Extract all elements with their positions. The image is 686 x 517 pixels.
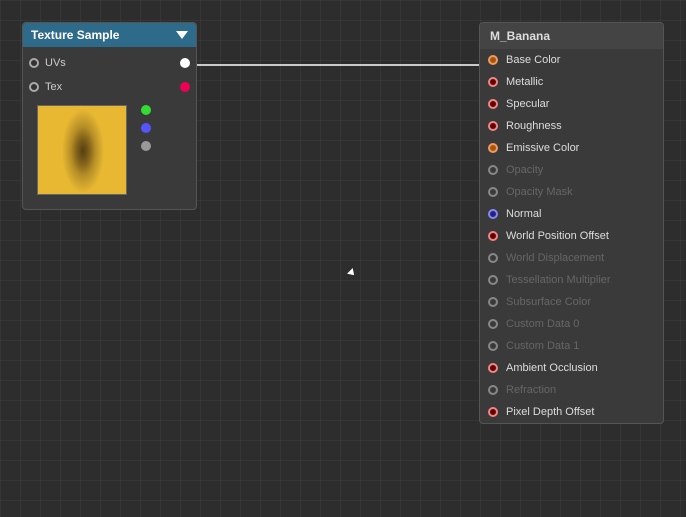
output-pin-blue[interactable] [141, 123, 151, 133]
mat-row-base-color[interactable]: Base Color [480, 49, 663, 71]
refraction-pin[interactable] [488, 385, 498, 395]
tex-input-pin[interactable] [29, 82, 39, 92]
material-node[interactable]: M_Banana Base Color Metallic Specular Ro… [479, 22, 664, 424]
roughness-pin[interactable] [488, 121, 498, 131]
material-rows: Base Color Metallic Specular Roughness E… [480, 49, 663, 423]
mat-row-custom-data-0[interactable]: Custom Data 0 [480, 313, 663, 335]
emissive-label: Emissive Color [506, 142, 579, 154]
texture-preview [37, 105, 127, 195]
custom-data-1-pin[interactable] [488, 341, 498, 351]
specular-pin[interactable] [488, 99, 498, 109]
node-body: UVs Tex [23, 47, 196, 209]
opacity-mask-label: Opacity Mask [506, 186, 573, 198]
world-position-label: World Position Offset [506, 230, 609, 242]
world-displacement-pin[interactable] [488, 253, 498, 263]
node-title: Texture Sample [31, 28, 119, 42]
normal-pin[interactable] [488, 209, 498, 219]
world-displacement-label: World Displacement [506, 252, 604, 264]
mat-row-subsurface[interactable]: Subsurface Color [480, 291, 663, 313]
custom-data-1-label: Custom Data 1 [506, 340, 579, 352]
mat-row-world-position[interactable]: World Position Offset [480, 225, 663, 247]
world-position-pin[interactable] [488, 231, 498, 241]
metallic-label: Metallic [506, 76, 543, 88]
uvs-input-pin[interactable] [29, 58, 39, 68]
mat-row-metallic[interactable]: Metallic [480, 71, 663, 93]
pixel-depth-label: Pixel Depth Offset [506, 406, 594, 418]
opacity-label: Opacity [506, 164, 543, 176]
mat-row-roughness[interactable]: Roughness [480, 115, 663, 137]
custom-data-0-pin[interactable] [488, 319, 498, 329]
mat-row-specular[interactable]: Specular [480, 93, 663, 115]
opacity-pin[interactable] [488, 165, 498, 175]
tessellation-label: Tessellation Multiplier [506, 274, 611, 286]
ambient-occlusion-pin[interactable] [488, 363, 498, 373]
metallic-pin[interactable] [488, 77, 498, 87]
uvs-label: UVs [45, 57, 66, 69]
subsurface-pin[interactable] [488, 297, 498, 307]
custom-data-0-label: Custom Data 0 [506, 318, 579, 330]
mat-row-normal[interactable]: Normal [480, 203, 663, 225]
node-row-tex: Tex [23, 75, 196, 99]
pixel-depth-pin[interactable] [488, 407, 498, 417]
base-color-pin[interactable] [488, 55, 498, 65]
material-node-header: M_Banana [480, 23, 663, 49]
node-row-uvs: UVs [23, 51, 196, 75]
refraction-label: Refraction [506, 384, 556, 396]
texture-sample-node[interactable]: Texture Sample UVs Tex [22, 22, 197, 210]
node-header: Texture Sample [23, 23, 196, 47]
subsurface-label: Subsurface Color [506, 296, 591, 308]
tex-output-pin[interactable] [180, 82, 190, 92]
mat-row-emissive[interactable]: Emissive Color [480, 137, 663, 159]
mat-row-tessellation[interactable]: Tessellation Multiplier [480, 269, 663, 291]
mat-row-opacity-mask[interactable]: Opacity Mask [480, 181, 663, 203]
tessellation-pin[interactable] [488, 275, 498, 285]
mat-row-ambient-occlusion[interactable]: Ambient Occlusion [480, 357, 663, 379]
tex-label: Tex [45, 81, 62, 93]
base-color-label: Base Color [506, 54, 560, 66]
output-pin-alpha[interactable] [141, 141, 151, 151]
material-node-title: M_Banana [490, 29, 550, 43]
ambient-occlusion-label: Ambient Occlusion [506, 362, 598, 374]
uvs-output-pin[interactable] [180, 58, 190, 68]
specular-label: Specular [506, 98, 549, 110]
output-pin-green[interactable] [141, 105, 151, 115]
mat-row-custom-data-1[interactable]: Custom Data 1 [480, 335, 663, 357]
emissive-pin[interactable] [488, 143, 498, 153]
mat-row-refraction[interactable]: Refraction [480, 379, 663, 401]
opacity-mask-pin[interactable] [488, 187, 498, 197]
mat-row-world-displacement[interactable]: World Displacement [480, 247, 663, 269]
mat-row-opacity[interactable]: Opacity [480, 159, 663, 181]
collapse-arrow-icon[interactable] [176, 31, 188, 39]
normal-label: Normal [506, 208, 541, 220]
roughness-label: Roughness [506, 120, 562, 132]
mat-row-pixel-depth[interactable]: Pixel Depth Offset [480, 401, 663, 423]
texture-preview-inner [38, 106, 126, 194]
